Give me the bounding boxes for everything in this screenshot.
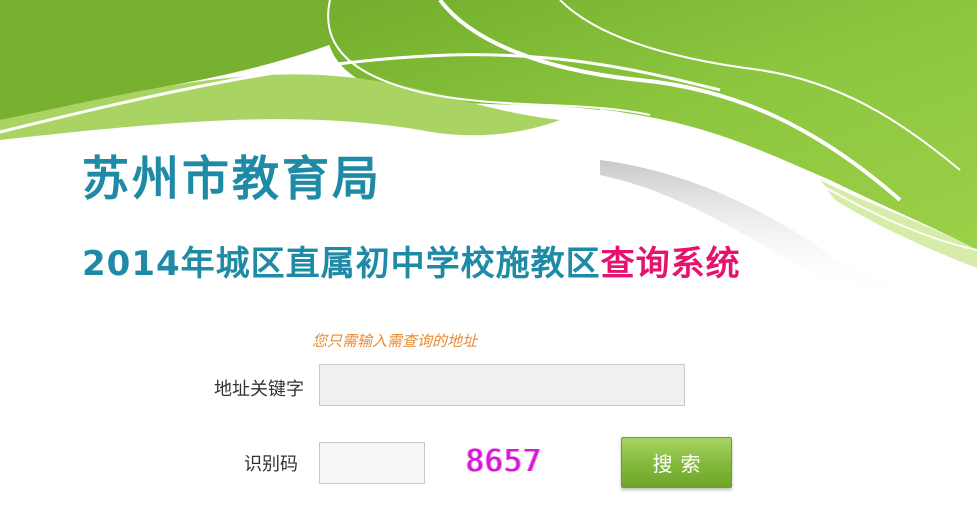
verification-code-label: 识别码	[244, 454, 298, 475]
search-button[interactable]: 搜索	[621, 437, 732, 488]
form-hint: 您只需输入需查询的地址	[312, 332, 478, 350]
address-keyword-input[interactable]	[319, 364, 685, 406]
org-title: 苏州市教育局	[82, 152, 382, 207]
system-title-main: 2014年城区直属初中学校施教区	[82, 244, 601, 284]
verification-code-input[interactable]	[319, 442, 425, 484]
captcha-text: 8657	[465, 443, 543, 479]
system-title: 2014年城区直属初中学校施教区查询系统	[82, 236, 741, 285]
address-keyword-label: 地址关键字	[214, 379, 304, 400]
system-title-accent: 查询系统	[600, 244, 741, 284]
captcha-image[interactable]: 8657	[456, 440, 552, 482]
